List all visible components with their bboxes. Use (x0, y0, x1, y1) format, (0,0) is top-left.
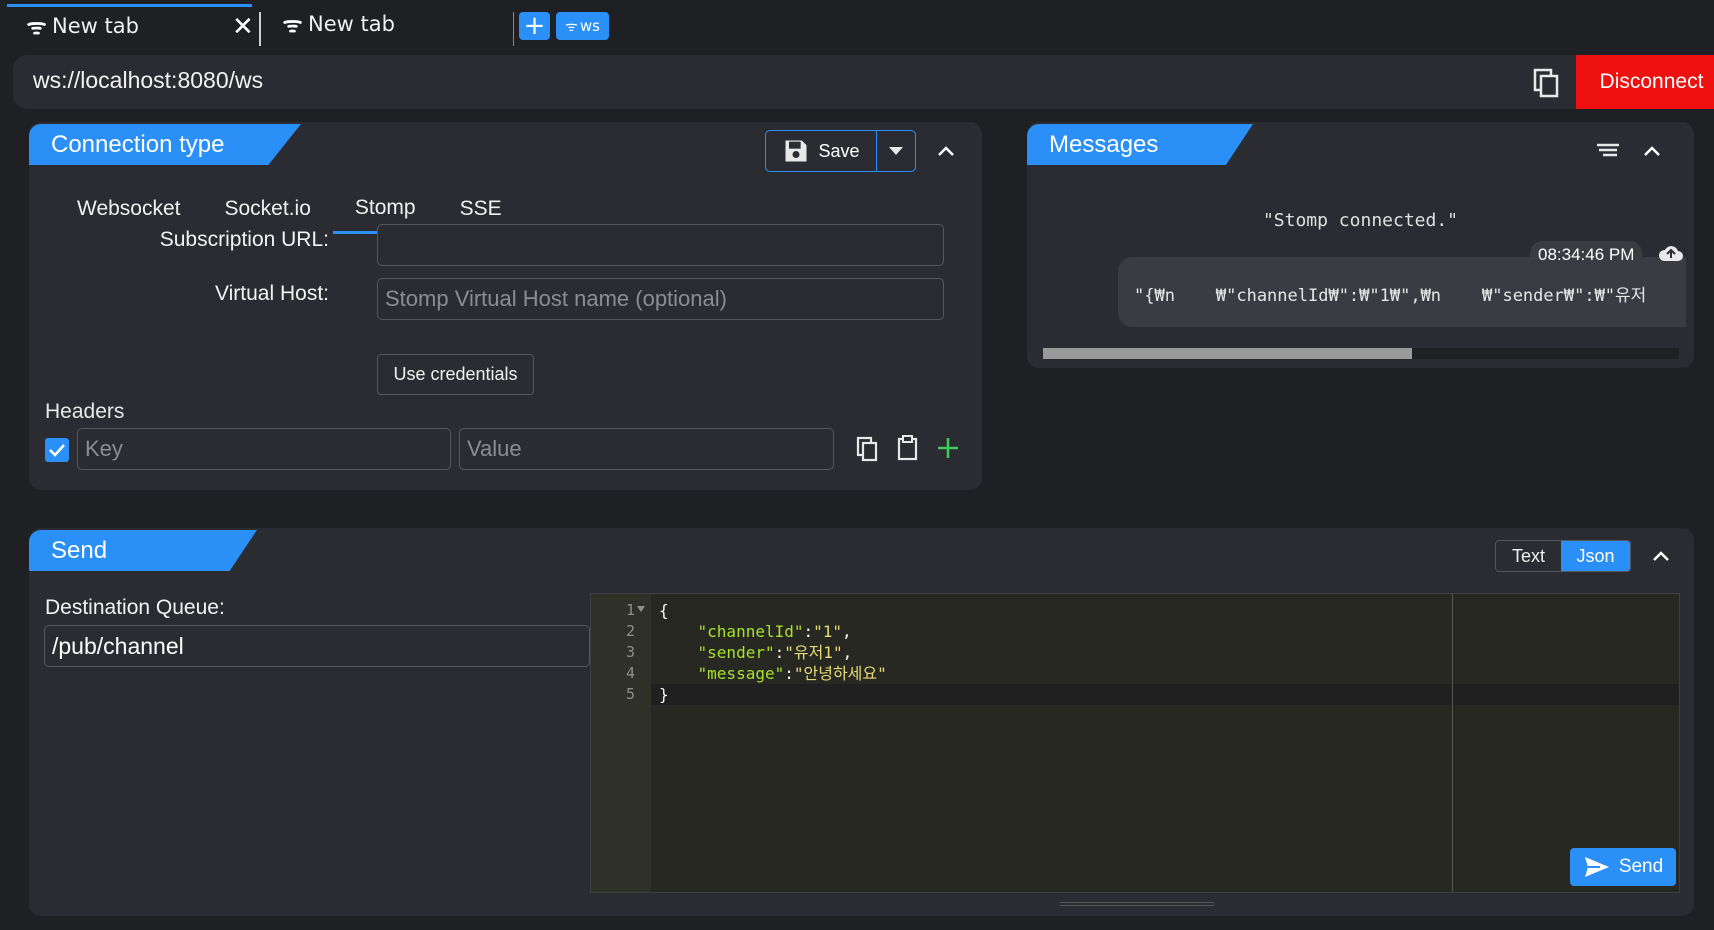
url-input[interactable]: ws://localhost:8080/ws (33, 67, 263, 94)
tab-websocket[interactable]: Websocket (55, 184, 203, 234)
code-line: "message":"안녕하세요" (659, 663, 887, 684)
ws-label: ws (579, 17, 600, 35)
tab-bar: ᯤ New tab ✕ ᯤ New tab + ᯤ ws (0, 0, 1714, 50)
floppy-icon (785, 140, 807, 162)
json-editor[interactable]: 1 2 3 4 5 { "channelId":"1", "sender":"유… (590, 593, 1680, 893)
system-message: "Stomp connected." (1262, 210, 1459, 231)
app-logo-icon: ᯤ (26, 14, 46, 40)
copy-icon (1533, 68, 1559, 98)
tab-socketio[interactable]: Socket.io (203, 184, 333, 234)
copy-headers-button[interactable] (855, 436, 881, 468)
clipboard-icon (897, 435, 918, 461)
headers-label: Headers (45, 400, 125, 423)
send-button[interactable]: Send (1570, 848, 1676, 886)
ws-tab-button[interactable]: ᯤ ws (556, 12, 609, 40)
add-header-button[interactable] (935, 435, 961, 465)
plus-icon (938, 438, 958, 458)
plus-icon: + (523, 11, 546, 41)
app-logo-icon: ᯤ (565, 18, 578, 35)
tab-label: New tab (308, 12, 395, 36)
code-line: } (659, 685, 669, 704)
format-text-button[interactable]: Text (1496, 541, 1561, 571)
scrollbar-thumb[interactable] (1043, 348, 1412, 359)
header-value-input[interactable]: Value (459, 428, 834, 470)
caret-down-icon (889, 147, 903, 155)
tab-separator (513, 12, 514, 46)
resize-handle[interactable] (1060, 902, 1214, 906)
tab-new-2[interactable]: ᯤ New tab (276, 4, 476, 44)
messages-title: Messages (1027, 124, 1253, 165)
check-icon (49, 444, 65, 457)
disconnect-button[interactable]: Disconnect (1576, 55, 1714, 109)
chevron-up-icon (938, 146, 954, 156)
copy-icon (856, 436, 878, 462)
close-icon[interactable]: ✕ (232, 12, 254, 42)
code-line-text: "channelId":"1", (697, 622, 852, 641)
destination-queue-input[interactable]: /pub/channel (44, 625, 590, 667)
save-button[interactable]: Save (766, 131, 877, 171)
connection-title: Connection type (29, 124, 301, 165)
clear-all-icon (1597, 143, 1619, 157)
collapse-messages-button[interactable] (1637, 136, 1667, 166)
editor-active-line (651, 684, 1679, 705)
connection-panel: Connection type Save Websocket Socket.io… (29, 122, 982, 490)
chevron-up-icon (1653, 551, 1669, 561)
virtual-host-label: Virtual Host: (215, 282, 329, 305)
save-button-group: Save (765, 130, 916, 172)
messages-panel: Messages "Stomp connected." "{₩n ₩"chann… (1027, 122, 1694, 368)
chevron-up-icon (1644, 146, 1660, 156)
save-label: Save (818, 140, 860, 161)
subscription-url-label: Subscription URL: (159, 228, 329, 251)
fold-arrow-icon[interactable] (637, 606, 645, 612)
code-line-text: "message":"안녕하세요" (697, 664, 887, 683)
tab-separator (259, 12, 261, 46)
destination-queue-label: Destination Queue: (45, 596, 225, 619)
message-timestamp: 08:34:46 PM (1530, 241, 1643, 269)
save-dropdown-button[interactable] (877, 131, 915, 171)
header-enabled-checkbox[interactable] (45, 438, 69, 462)
line-number: 3 (625, 643, 635, 661)
format-json-button[interactable]: Json (1561, 541, 1630, 571)
app-logo-icon: ᯤ (282, 13, 302, 38)
line-number: 1 (625, 601, 635, 619)
code-line: "channelId":"1", (659, 621, 852, 642)
paste-headers-button[interactable] (895, 434, 921, 466)
line-number: 5 (625, 685, 635, 703)
code-line: "sender":"유저1", (659, 642, 853, 663)
collapse-connection-button[interactable] (931, 136, 961, 166)
send-title: Send (29, 530, 257, 571)
tab-new-1[interactable]: ᯤ New tab ✕ (7, 4, 254, 44)
line-number: 2 (625, 622, 635, 640)
add-tab-button[interactable]: + (519, 12, 550, 40)
subscription-url-input[interactable] (377, 224, 944, 266)
copy-url-button[interactable] (1530, 67, 1564, 99)
use-credentials-button[interactable]: Use credentials (377, 354, 534, 395)
code-line-text: "sender":"유저1", (697, 643, 853, 662)
header-key-input[interactable]: Key (77, 428, 451, 470)
editor-print-margin (1452, 594, 1453, 892)
line-number: 4 (625, 664, 635, 682)
code-line: { (659, 601, 669, 620)
send-panel: Send Text Json Destination Queue: /pub/c… (29, 528, 1694, 916)
editor-gutter: 1 2 3 4 5 (591, 594, 651, 892)
tab-label: New tab (52, 13, 139, 38)
format-toggle: Text Json (1495, 540, 1631, 572)
messages-scrollbar[interactable] (1043, 348, 1679, 359)
virtual-host-input[interactable]: Stomp Virtual Host name (optional) (377, 278, 944, 320)
collapse-send-button[interactable] (1646, 541, 1676, 571)
clear-messages-button[interactable] (1595, 140, 1621, 164)
received-cloud-icon (1658, 244, 1684, 268)
send-label: Send (1618, 856, 1664, 877)
url-bar: ws://localhost:8080/ws Disconnect (13, 55, 1714, 109)
message-text: "{₩n ₩"channelId₩":₩"1₩",₩n ₩"sender₩":₩… (1134, 286, 1647, 306)
send-icon (1584, 857, 1609, 877)
